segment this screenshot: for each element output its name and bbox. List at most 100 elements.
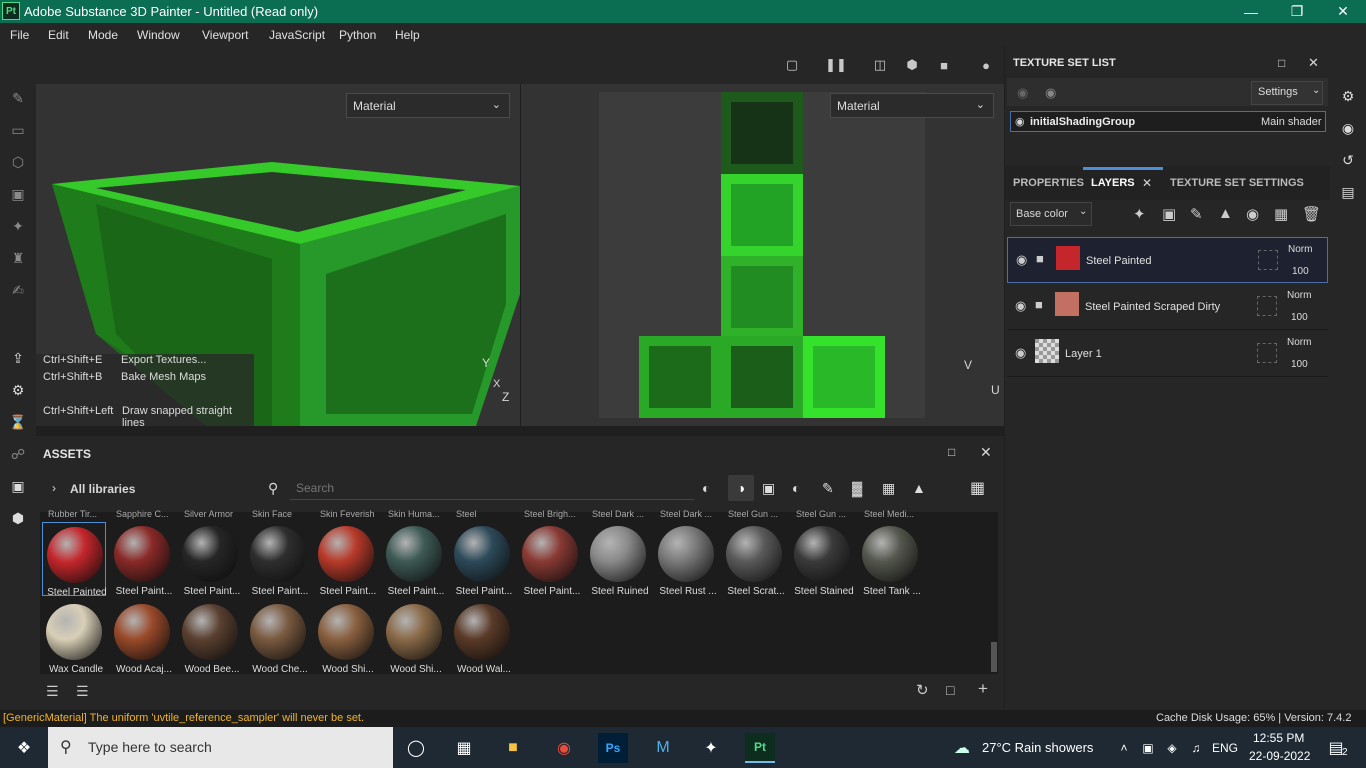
asset-thumbnail[interactable]: Steel Tank ... bbox=[858, 522, 922, 597]
environment-filter-icon[interactable]: ▲ bbox=[912, 480, 926, 496]
viewport-3d[interactable]: Material ⌄ Ctrl+Shift+E Export Textures..… bbox=[36, 84, 520, 429]
polygon-fill-icon[interactable]: ▣ bbox=[8, 184, 28, 204]
asset-thumbnail[interactable]: Steel Painted bbox=[42, 522, 107, 598]
menu-viewport[interactable]: Viewport bbox=[202, 28, 248, 42]
asset-thumbnail[interactable]: Wood Che... bbox=[246, 600, 310, 675]
procedural-filter-icon[interactable]: ◐ bbox=[792, 480, 800, 496]
settings-dropdown[interactable]: Settings ⌄ bbox=[1251, 81, 1323, 105]
paint-brush-icon[interactable]: ✎ bbox=[8, 88, 28, 108]
log-icon[interactable]: ▤ bbox=[1338, 182, 1358, 202]
camera-icon[interactable]: ■ bbox=[934, 56, 954, 74]
layer-row[interactable]: ◉ ■ Steel Painted Norm 100 bbox=[1007, 237, 1328, 283]
asset-thumbnail[interactable]: Wood Acaj... bbox=[110, 600, 174, 675]
zbrush-icon[interactable]: ✦ bbox=[696, 733, 726, 763]
clock-date[interactable]: 22-09-2022 bbox=[1249, 749, 1310, 763]
grid-filter-icon[interactable]: ▦ bbox=[882, 480, 895, 497]
hide-ui-icon[interactable]: ▢ bbox=[782, 56, 802, 74]
alpha-filter-icon[interactable]: ▓ bbox=[852, 480, 862, 496]
windows-start-icon[interactable]: ❖ bbox=[9, 733, 39, 763]
chevron-right-icon[interactable]: › bbox=[52, 481, 56, 495]
asset-thumbnail[interactable]: Steel Paint... bbox=[246, 522, 310, 597]
maximize-icon[interactable]: □ bbox=[948, 445, 955, 459]
maya-icon[interactable]: M bbox=[648, 733, 678, 763]
asset-thumbnail[interactable]: Steel Paint... bbox=[518, 522, 582, 597]
mesh-icon[interactable]: ⬢ bbox=[8, 508, 28, 528]
clock-time[interactable]: 12:55 PM bbox=[1253, 731, 1304, 745]
eye-icon[interactable]: ◉ bbox=[1015, 115, 1025, 128]
asset-thumbnail[interactable]: Steel Paint... bbox=[382, 522, 446, 597]
link-icon[interactable]: ☍ bbox=[8, 444, 28, 464]
menu-python[interactable]: Python bbox=[339, 28, 376, 42]
language-indicator[interactable]: ENG bbox=[1212, 741, 1238, 755]
asset-thumbnail[interactable]: Wood Shi... bbox=[382, 600, 446, 675]
file-explorer-icon[interactable]: ■ bbox=[498, 733, 528, 763]
view-cube-icon[interactable]: ⬢ bbox=[902, 56, 922, 74]
blend-mode[interactable]: Norm bbox=[1288, 244, 1312, 255]
hide-icon[interactable]: ◉ bbox=[1017, 85, 1028, 101]
breadcrumb[interactable]: All libraries bbox=[70, 482, 135, 496]
menu-file[interactable]: File bbox=[10, 28, 29, 42]
menu-javascript[interactable]: JavaScript bbox=[269, 28, 325, 42]
blend-mode[interactable]: Norm bbox=[1287, 337, 1311, 348]
tab-properties[interactable]: PROPERTIES bbox=[1013, 177, 1084, 189]
minimize-button[interactable]: — bbox=[1228, 0, 1274, 23]
bake-icon[interactable]: ⚙ bbox=[8, 380, 28, 400]
texture-set-settings-icon[interactable]: ⚙ bbox=[1338, 86, 1358, 106]
eye-icon[interactable]: ◉ bbox=[1015, 345, 1026, 361]
add-mask-icon[interactable]: ▣ bbox=[1162, 205, 1176, 223]
asset-thumbnail[interactable]: Steel Stained bbox=[790, 522, 854, 597]
search-input[interactable] bbox=[290, 476, 694, 500]
close-button[interactable]: ✕ bbox=[1320, 0, 1366, 23]
task-view-icon[interactable]: ▦ bbox=[449, 733, 479, 763]
pause-icon[interactable]: ❚❚ bbox=[825, 56, 847, 74]
smart-materials-filter-icon[interactable]: ◑ bbox=[728, 475, 754, 501]
layer-opacity[interactable]: 100 bbox=[1291, 359, 1308, 370]
asset-thumbnail[interactable]: Wax Candle bbox=[42, 600, 106, 675]
eraser-icon[interactable]: ▭ bbox=[8, 120, 28, 140]
chrome-icon[interactable]: ◉ bbox=[549, 733, 579, 763]
sort-icon[interactable]: ☰ bbox=[46, 683, 59, 700]
asset-thumbnail[interactable]: Wood Bee... bbox=[178, 600, 242, 675]
smudge-icon[interactable]: ✦ bbox=[8, 216, 28, 236]
blend-mode[interactable]: Norm bbox=[1287, 290, 1311, 301]
channel-dropdown[interactable]: Base color ⌄ bbox=[1010, 202, 1092, 226]
material-dropdown-left[interactable]: Material ⌄ bbox=[346, 93, 510, 118]
fill-layer-icon[interactable]: ▲ bbox=[1218, 205, 1233, 222]
scrollbar[interactable] bbox=[991, 642, 997, 672]
list-icon[interactable]: ☰ bbox=[76, 683, 89, 700]
history-icon[interactable]: ↺ bbox=[1338, 150, 1358, 170]
photoshop-icon[interactable]: Ps bbox=[598, 733, 628, 763]
asset-thumbnail[interactable]: Steel Paint... bbox=[110, 522, 174, 597]
texture-set-item[interactable]: ◉ initialShadingGroup Main shader bbox=[1010, 111, 1326, 132]
asset-thumbnail[interactable]: Wood Shi... bbox=[314, 600, 378, 675]
display-settings-icon[interactable]: ◉ bbox=[1338, 118, 1358, 138]
layer-row[interactable]: ◉ ■ Steel Painted Scraped Dirty Norm 100 bbox=[1007, 284, 1328, 330]
maximize-icon[interactable]: □ bbox=[1278, 56, 1285, 70]
effects-icon[interactable]: ◉ bbox=[1246, 205, 1259, 223]
refresh-icon[interactable]: ↻ bbox=[916, 681, 929, 699]
projection-icon[interactable]: ⬡ bbox=[8, 152, 28, 172]
shader-name[interactable]: Main shader bbox=[1261, 116, 1322, 128]
clone-stamp-icon[interactable]: ♜ bbox=[8, 248, 28, 268]
brush-filter-icon[interactable]: ✎ bbox=[822, 480, 834, 497]
menu-mode[interactable]: Mode bbox=[88, 28, 118, 42]
layer-row[interactable]: ◉ Layer 1 Norm 100 bbox=[1007, 331, 1328, 377]
paint-layer-icon[interactable]: ✎ bbox=[1190, 205, 1203, 223]
asset-thumbnail[interactable]: Steel Paint... bbox=[178, 522, 242, 597]
viewport-2d[interactable]: Material ⌄ V U bbox=[521, 84, 1004, 426]
split-view-icon[interactable]: ◫ bbox=[870, 56, 890, 74]
cortana-icon[interactable]: ◯ bbox=[401, 733, 431, 763]
color-picker-icon[interactable]: ✍ bbox=[8, 280, 28, 300]
weather-text[interactable]: 27°C Rain showers bbox=[982, 740, 1093, 755]
folder-icon[interactable]: ▦ bbox=[1274, 205, 1288, 223]
add-icon[interactable]: + bbox=[978, 679, 988, 699]
tab-layers[interactable]: LAYERS bbox=[1091, 177, 1135, 189]
restore-button[interactable]: ❐ bbox=[1274, 0, 1320, 23]
menu-edit[interactable]: Edit bbox=[48, 28, 69, 42]
hourglass-icon[interactable]: ⌛ bbox=[8, 412, 28, 432]
menu-help[interactable]: Help bbox=[395, 28, 420, 42]
close-tab-icon[interactable]: ✕ bbox=[1142, 176, 1152, 190]
taskbar-search[interactable]: ⚲ Type here to search bbox=[48, 727, 393, 768]
grid-view-icon[interactable]: ▦ bbox=[970, 478, 985, 498]
close-icon[interactable]: ✕ bbox=[980, 444, 992, 461]
